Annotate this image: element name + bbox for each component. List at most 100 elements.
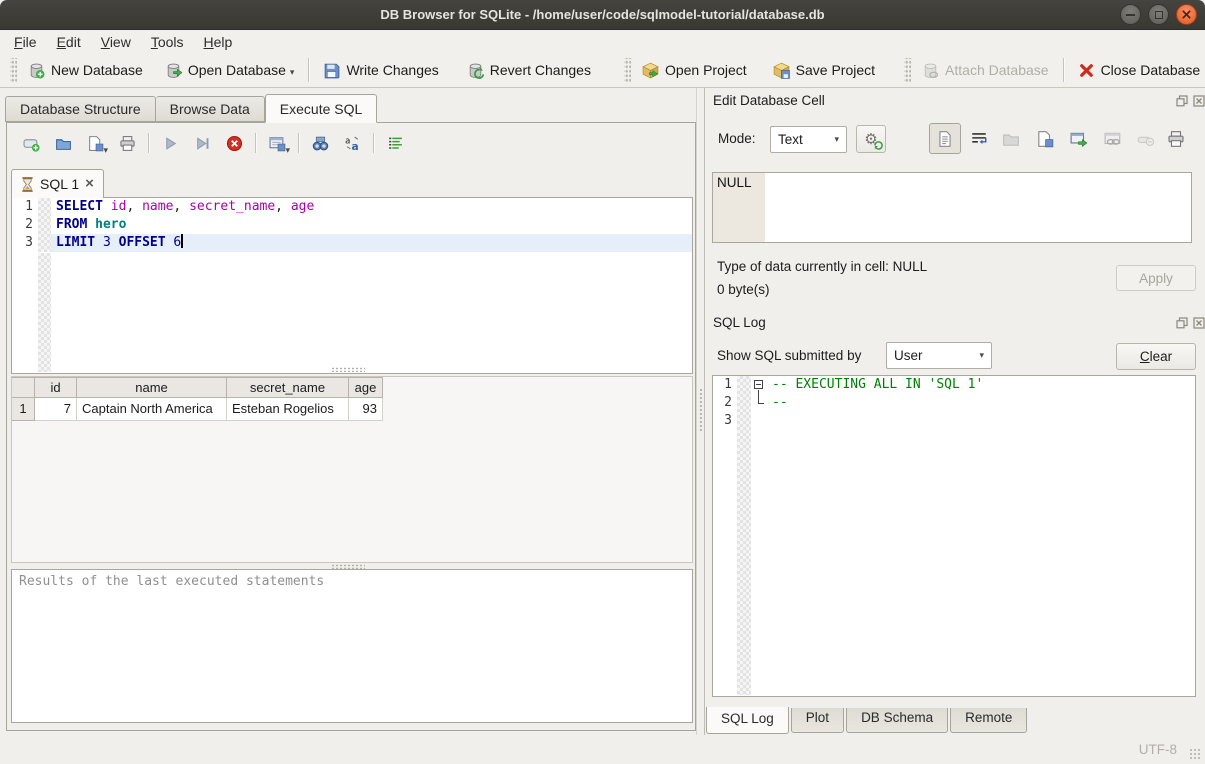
close-sql-tab-icon[interactable]: × [85,177,94,191]
sql-log-title: SQL Log [713,315,766,330]
menu-view[interactable]: View [91,32,141,52]
new-sql-tab-button[interactable] [19,131,43,155]
column-header-id[interactable]: id [35,377,77,398]
save-results-button[interactable]: ▾ [265,131,289,155]
mode-label: Mode: [718,131,756,146]
auto-switch-mode-button[interactable]: ⚙ [856,125,886,153]
write-changes-button[interactable]: Write Changes [316,58,445,83]
line-number: 3 [713,412,737,430]
line-number: 2 [12,216,38,234]
format-sql-button[interactable] [383,131,407,155]
find-button[interactable] [308,131,332,155]
save-sql-file-button[interactable]: ▾ [83,131,107,155]
results-grid-header: id name secret_name age [12,377,692,398]
edit-cell-title: Edit Database Cell [713,93,825,108]
export-data-button[interactable] [1032,126,1058,152]
close-panel-icon[interactable] [1193,317,1205,329]
table-row[interactable]: 1 7 Captain North America Esteban Rogeli… [12,398,692,421]
find-icon [312,135,329,152]
cell-secret-name[interactable]: Esteban Rogelios [227,398,349,421]
column-header-age[interactable]: age [349,377,383,398]
tab-browse-data[interactable]: Browse Data [156,96,265,122]
resize-grip[interactable] [1189,748,1201,760]
column-header-name[interactable]: name [77,377,227,398]
tab-sql-log[interactable]: SQL Log [706,707,789,734]
pane-splitter[interactable] [696,88,705,735]
sql1-tab[interactable]: SQL 1 × [11,169,104,198]
save-file-dropdown-icon[interactable]: ▾ [103,146,108,155]
cell-age[interactable]: 93 [349,398,383,421]
hourglass-icon [21,177,34,192]
replace-button[interactable]: aa [340,131,364,155]
toolbar-drag-handle[interactable] [10,58,17,82]
cell-name[interactable]: Captain North America [77,398,227,421]
execute-all-button [158,131,182,155]
open-external-button[interactable] [1066,126,1092,152]
word-wrap-button[interactable] [966,126,992,152]
close-database-button[interactable]: Close Database [1071,58,1205,83]
save-project-button[interactable]: Save Project [766,58,882,83]
open-database-icon [165,62,182,79]
open-project-icon [642,62,659,79]
execute-line-button [190,131,214,155]
toolbar-drag-handle[interactable] [624,58,631,82]
open-database-dropdown-icon[interactable]: ▾ [290,68,295,77]
print-icon [119,135,136,152]
splitter-handle [699,388,703,432]
fold-margin [38,198,51,216]
text-mode-button[interactable] [929,123,961,154]
tab-db-schema[interactable]: DB Schema [846,708,948,733]
toolbar-separator [298,133,299,153]
document-icon [936,130,954,148]
line-number: 1 [12,198,38,216]
menu-help[interactable]: Help [194,32,243,52]
close-panel-icon[interactable] [1193,95,1205,107]
results-message-area: Results of the last executed statements [11,569,693,723]
mode-select[interactable]: Text ▾ [770,126,847,153]
float-panel-icon[interactable] [1176,317,1188,329]
revert-changes-button[interactable]: Revert Changes [460,58,598,83]
line-number: 1 [713,376,737,394]
stop-execution-button[interactable] [222,131,246,155]
cell-id[interactable]: 7 [35,398,77,421]
tab-execute-sql[interactable]: Execute SQL [265,94,378,123]
cell-editor[interactable]: NULL [712,172,1192,243]
tab-remote[interactable]: Remote [950,708,1027,733]
fold-margin [737,394,751,412]
attach-database-icon [922,62,939,79]
splitter-handle[interactable] [331,367,365,372]
menu-file[interactable]: File [4,32,47,52]
save-file-icon [1036,130,1054,148]
maximize-button[interactable] [1148,4,1169,25]
sql-code-editor[interactable]: 1SELECT id, name, secret_name, age 2FROM… [11,197,693,374]
toolbar-drag-handle[interactable] [904,58,911,82]
close-button[interactable] [1176,4,1197,25]
corner-header[interactable] [12,377,35,398]
code-line: 1SELECT id, name, secret_name, age [12,198,692,216]
row-header: 1 [12,398,35,421]
fold-line [758,394,764,404]
minimize-button[interactable] [1120,4,1141,25]
column-header-secret-name[interactable]: secret_name [227,377,349,398]
tab-plot[interactable]: Plot [791,708,844,733]
new-database-button[interactable]: New Database [21,58,150,83]
print-sql-button[interactable] [115,131,139,155]
tab-database-structure[interactable]: Database Structure [5,96,156,122]
clear-log-button[interactable]: Clear [1116,343,1196,370]
window-title: DB Browser for SQLite - /home/user/code/… [0,0,1205,30]
open-sql-file-button[interactable] [51,131,75,155]
open-database-button[interactable]: Open Database ▾ [158,58,302,83]
save-results-dropdown-icon[interactable]: ▾ [285,146,290,155]
fold-collapse-icon[interactable] [754,380,763,389]
refresh-arrow-icon [874,141,883,150]
log-filter-label: Show SQL submitted by [717,348,861,363]
float-panel-icon[interactable] [1176,95,1188,107]
play-to-end-icon [194,135,211,152]
fold-margin [38,253,51,372]
open-project-button[interactable]: Open Project [635,58,754,83]
print-cell-button[interactable] [1163,126,1189,152]
menu-tools[interactable]: Tools [141,32,194,52]
toolbar-separator [308,58,309,82]
menu-edit[interactable]: Edit [47,32,91,52]
log-filter-select[interactable]: User ▾ [886,342,992,369]
